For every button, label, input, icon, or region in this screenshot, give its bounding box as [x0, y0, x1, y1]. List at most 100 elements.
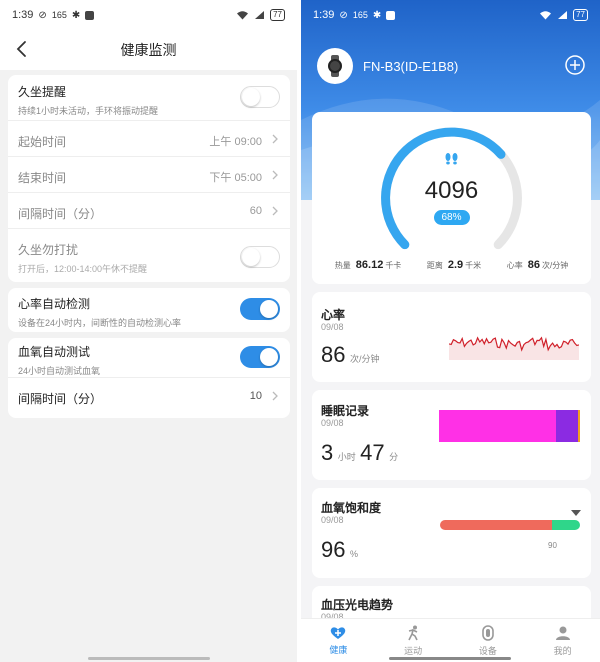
dnd-toggle[interactable]	[240, 246, 280, 268]
add-device-icon[interactable]	[565, 55, 585, 75]
chevron-right-icon	[272, 170, 278, 180]
network-speed: 165	[51, 10, 67, 20]
bp-title: 血压光电趋势	[321, 598, 394, 612]
chevron-right-icon	[272, 206, 278, 216]
sleep-hours-unit: 小时	[337, 452, 356, 462]
interval-value: 60	[249, 205, 262, 217]
status-bar: 1:39 ⊘ 165 ✱ 77	[301, 0, 600, 30]
end-time-value: 下午 05:00	[209, 172, 262, 184]
person-icon	[555, 626, 570, 640]
chevron-right-icon	[272, 391, 278, 401]
bottom-navigation: 健康 运动 设备 我的	[301, 618, 600, 662]
awake-segment	[578, 410, 580, 442]
start-time-row[interactable]: 起始时间 上午 09:00	[8, 121, 290, 157]
toggle-knob	[242, 88, 260, 106]
app-bar: 健康监测	[0, 30, 297, 70]
status-bar: 1:39 ⊘ 165 ✱ 77	[0, 0, 297, 30]
gesture-bar	[389, 657, 511, 660]
toggle-knob	[260, 300, 278, 318]
run-icon	[408, 625, 418, 640]
sleep-minutes-unit: 分	[389, 452, 399, 462]
spo2-low-segment	[440, 520, 552, 530]
sedentary-subtitle: 持续1小时未活动，手环将振动提醒	[18, 106, 159, 116]
wifi-icon	[540, 11, 552, 20]
sleep-duration: 3 小时 47 分	[321, 440, 398, 466]
heart-rate-reading: 86 次/分钟	[321, 342, 379, 368]
device-header[interactable]: FN-B3(ID-E1B8)	[317, 48, 458, 84]
dnd-status-icon: ⊘	[339, 9, 348, 21]
interval-row[interactable]: 间隔时间（分） 60	[8, 193, 290, 229]
sleep-title: 睡眠记录	[321, 404, 370, 418]
spo2-card[interactable]: 血氧饱和度 09/08 96 % 90	[312, 488, 591, 578]
device-name: FN-B3(ID-E1B8)	[363, 58, 459, 74]
spo2-auto-row: 血氧自动测试 24小时自动测试血氧	[8, 338, 290, 378]
sedentary-toggle[interactable]	[240, 86, 280, 108]
app-notification-icon	[386, 10, 396, 20]
spo2-interval-value: 10	[249, 390, 262, 402]
hr-auto-card: 心率自动检测 设备在24小时内，间断性的自动检测心率	[8, 288, 290, 332]
spo2-interval-row[interactable]: 间隔时间（分） 10	[8, 378, 290, 418]
sedentary-row: 久坐提醒 持续1小时未活动，手环将振动提醒	[8, 75, 290, 121]
spo2-interval-label: 间隔时间（分）	[18, 392, 103, 406]
status-time: 1:39	[12, 9, 34, 21]
interval-label: 间隔时间（分）	[18, 207, 103, 221]
spo2-auto-toggle[interactable]	[240, 346, 280, 368]
sleep-date: 09/08	[321, 418, 344, 428]
end-time-row[interactable]: 结束时间 下午 05:00	[8, 157, 290, 193]
spo2-marker-icon	[571, 510, 581, 516]
battery-icon: 77	[573, 9, 588, 21]
nav-sport-label: 运动	[404, 645, 423, 656]
heart-rate-title: 心率	[321, 308, 346, 322]
heart-rate-date: 09/08	[321, 322, 344, 332]
progress-badge: 68%	[433, 210, 470, 225]
watch-icon	[482, 624, 494, 641]
nav-profile[interactable]: 我的	[525, 619, 600, 662]
status-time: 1:39	[313, 9, 335, 21]
start-time-value: 上午 09:00	[209, 136, 262, 148]
hr-auto-subtitle: 设备在24小时内，间断性的自动检测心率	[18, 318, 182, 328]
nav-sport[interactable]: 运动	[376, 619, 451, 662]
hr-auto-row: 心率自动检测 设备在24小时内，间断性的自动检测心率	[8, 288, 290, 332]
right-screen: 1:39 ⊘ 165 ✱ 77 FN-B3(ID-E1B8) 4096 68% …	[301, 0, 600, 662]
back-arrow-icon[interactable]	[12, 38, 34, 60]
nav-device[interactable]: 设备	[451, 619, 526, 662]
stat-calories: 热量 86.12 千卡	[334, 259, 402, 271]
spo2-auto-card: 血氧自动测试 24小时自动测试血氧 间隔时间（分） 10	[8, 338, 290, 418]
heart-rate-sparkline	[449, 336, 579, 360]
dnd-subtitle: 打开后，12:00-14:00午休不提醒	[18, 264, 148, 274]
sleep-minutes: 47	[360, 440, 385, 465]
spo2-reading: 96 %	[321, 537, 358, 563]
heart-rate-card[interactable]: 心率 09/08 86 次/分钟	[312, 292, 591, 382]
dnd-status-icon: ⊘	[38, 9, 47, 21]
sleep-card[interactable]: 睡眠记录 09/08 3 小时 47 分	[312, 390, 591, 480]
nav-profile-label: 我的	[553, 645, 572, 656]
hr-auto-toggle[interactable]	[240, 298, 280, 320]
sedentary-card: 久坐提醒 持续1小时未活动，手环将振动提醒 起始时间 上午 09:00 结束时间…	[8, 75, 290, 282]
nav-device-label: 设备	[478, 645, 497, 656]
sleep-bar	[439, 410, 580, 442]
page-title: 健康监测	[120, 42, 177, 58]
spo2-auto-subtitle: 24小时自动测试血氧	[18, 366, 101, 376]
spo2-value: 96	[321, 537, 346, 562]
nav-health-label: 健康	[329, 644, 348, 655]
spo2-normal-segment	[552, 520, 580, 530]
stat-distance: 距离 2.9 千米	[426, 259, 482, 271]
signal-icon	[558, 11, 568, 19]
toggle-knob	[242, 248, 260, 266]
spo2-title: 血氧饱和度	[321, 501, 382, 515]
spo2-scale-label: 90	[548, 541, 557, 550]
battery-icon: 77	[270, 9, 285, 21]
heart-icon	[331, 626, 346, 639]
nav-health[interactable]: 健康	[301, 619, 376, 662]
activity-card[interactable]: 4096 68% 热量 86.12 千卡 距离 2.9 千米 心率 86 次/分钟	[312, 112, 591, 284]
spo2-unit: %	[349, 549, 358, 559]
signal-icon	[255, 11, 265, 19]
sleep-hours: 3	[321, 440, 334, 465]
dnd-row: 久坐勿打扰 打开后，12:00-14:00午休不提醒	[8, 229, 290, 282]
chevron-right-icon	[272, 134, 278, 144]
network-speed: 165	[352, 10, 368, 20]
footprints-icon	[445, 153, 458, 165]
deep-sleep-segment	[439, 410, 556, 442]
bluetooth-icon: ✱	[71, 9, 81, 21]
heart-rate-unit: 次/分钟	[349, 354, 380, 364]
